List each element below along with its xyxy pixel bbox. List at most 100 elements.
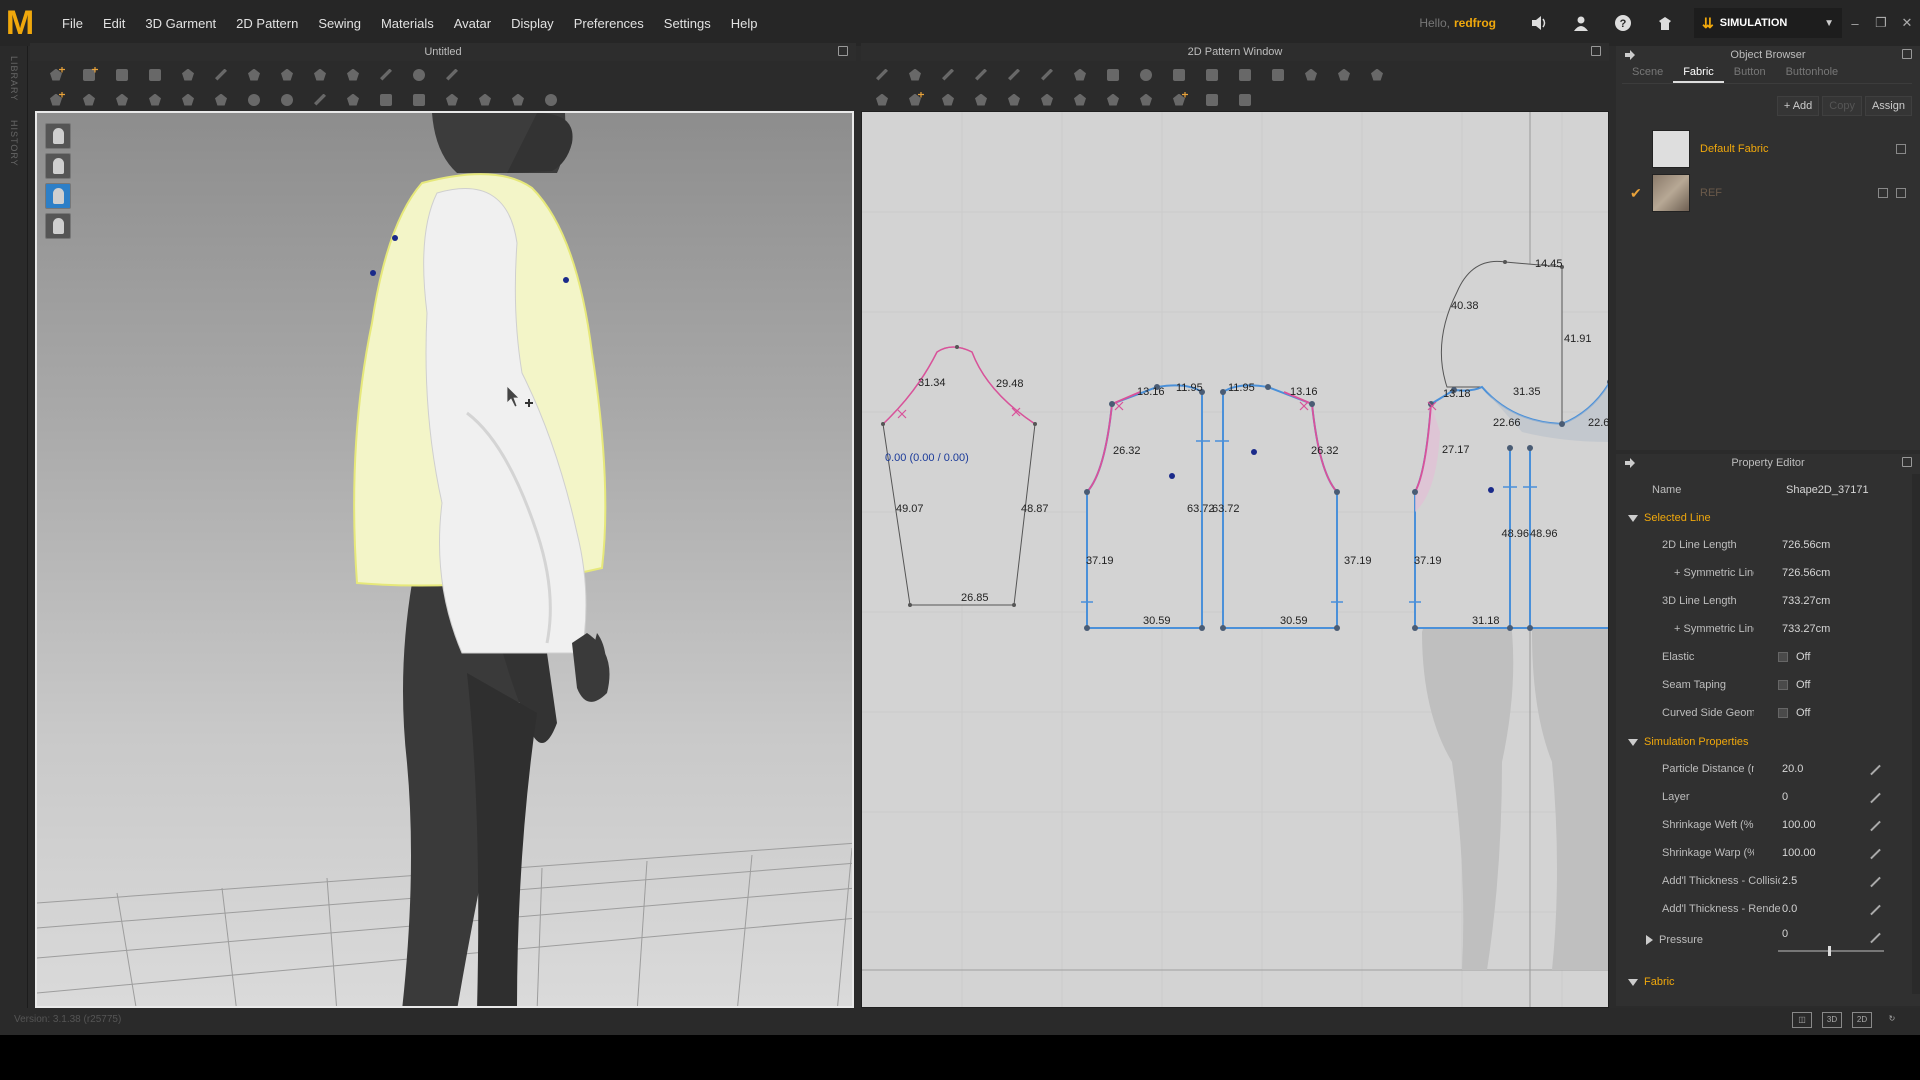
dart-icon[interactable] — [1268, 66, 1288, 84]
section-fabric[interactable]: Fabric — [1628, 976, 1675, 988]
avatar-display-icon[interactable] — [45, 123, 71, 149]
cut-line-icon[interactable] — [1037, 66, 1057, 84]
menu-file[interactable]: File — [52, 16, 93, 31]
internal-circle-icon[interactable] — [1235, 66, 1255, 84]
menu-materials[interactable]: Materials — [371, 16, 444, 31]
menu-display[interactable]: Display — [501, 16, 564, 31]
transform-box-icon[interactable] — [112, 66, 132, 84]
fold-arrange-icon[interactable] — [1367, 66, 1387, 84]
trace-icon[interactable] — [1301, 66, 1321, 84]
simulation-mode-dropdown[interactable]: ⇊ SIMULATION ▼ — [1694, 8, 1842, 38]
tuck-icon[interactable] — [971, 91, 991, 109]
close-button[interactable]: ✕ — [1894, 15, 1920, 31]
point-measure-icon[interactable] — [277, 91, 297, 109]
select-move-icon[interactable] — [46, 66, 66, 84]
button-icon[interactable] — [1070, 91, 1090, 109]
front-left-pattern[interactable]: 13.16 11.95 26.32 63.72 37.19 30.59 — [1081, 382, 1215, 631]
line-measure-icon[interactable] — [310, 91, 330, 109]
pin-icon[interactable] — [1869, 820, 1880, 831]
add-button[interactable]: + Add — [1776, 96, 1820, 116]
zipper-icon[interactable] — [1136, 91, 1156, 109]
texture-edit-icon[interactable] — [1004, 91, 1024, 109]
transform-pattern-icon[interactable] — [145, 66, 165, 84]
pin-2d-icon[interactable] — [1169, 91, 1189, 109]
menu-edit[interactable]: Edit — [93, 16, 135, 31]
menu-settings[interactable]: Settings — [654, 16, 721, 31]
brush-icon[interactable] — [376, 66, 396, 84]
prop-value[interactable]: 0 — [1782, 928, 1788, 940]
stress-map-icon[interactable] — [211, 91, 231, 109]
menu-sewing[interactable]: Sewing — [308, 16, 371, 31]
assign-button[interactable]: Assign — [1864, 96, 1912, 116]
pleat-icon[interactable] — [1334, 66, 1354, 84]
garment-display-icon[interactable] — [45, 183, 71, 209]
layer-icon[interactable] — [409, 91, 429, 109]
curvature-icon[interactable] — [971, 66, 991, 84]
seam-taping-checkbox[interactable] — [1778, 680, 1788, 691]
delete-icon[interactable] — [1878, 188, 1888, 198]
3d-scene[interactable] — [37, 113, 854, 1008]
front-right-pattern[interactable]: 11.95 13.16 26.32 63.72 37.19 30.59 — [1212, 382, 1372, 631]
prop-value[interactable]: 100.00 — [1782, 819, 1816, 831]
shirt-icon[interactable] — [343, 66, 363, 84]
property-scrollbar[interactable] — [1912, 474, 1920, 994]
lasso-icon[interactable] — [409, 66, 429, 84]
collapse-arrow-icon[interactable] — [1624, 49, 1636, 61]
menu-help[interactable]: Help — [721, 16, 768, 31]
prop-value[interactable]: 2.5 — [1782, 875, 1797, 887]
tab-buttonhole[interactable]: Buttonhole — [1776, 64, 1849, 83]
add-point-icon[interactable] — [79, 66, 99, 84]
restore-button[interactable]: ❐ — [1868, 15, 1894, 31]
popout-icon[interactable] — [838, 46, 848, 56]
library-tab[interactable]: LIBRARY — [9, 56, 19, 101]
pin-point[interactable] — [563, 277, 569, 283]
2d-pattern-view[interactable]: 31.34 29.48 49.07 48.87 26.85 0.00 (0.00… — [861, 111, 1609, 1008]
sleeve-pattern[interactable]: 31.34 29.48 49.07 48.87 26.85 0.00 (0.00… — [881, 345, 1049, 607]
tab-scene[interactable]: Scene — [1622, 64, 1673, 83]
save-icon[interactable] — [1896, 144, 1906, 154]
help-icon[interactable]: ? — [1612, 12, 1634, 34]
align-icon[interactable] — [442, 91, 462, 109]
edit-pattern-icon[interactable] — [905, 66, 925, 84]
popout-icon[interactable] — [1591, 46, 1601, 56]
free-sewing-icon[interactable] — [905, 91, 925, 109]
menu-2d-pattern[interactable]: 2D Pattern — [226, 16, 308, 31]
sphere-icon[interactable] — [541, 91, 561, 109]
buttonhole-icon[interactable] — [1103, 91, 1123, 109]
pin-icon[interactable] — [211, 66, 231, 84]
menu-preferences[interactable]: Preferences — [564, 16, 654, 31]
pin-icon[interactable] — [1869, 876, 1880, 887]
tab-button[interactable]: Button — [1724, 64, 1776, 83]
surface-measure-icon[interactable] — [343, 91, 363, 109]
pin-icon[interactable] — [1869, 848, 1880, 859]
xray-icon[interactable] — [145, 91, 165, 109]
2d-view-icon[interactable]: 2D — [1852, 1012, 1872, 1028]
circle-measure-icon[interactable] — [244, 91, 264, 109]
arrangement-icon[interactable] — [310, 66, 330, 84]
avatar-visibility-icon[interactable] — [45, 153, 71, 179]
section-selected-line[interactable]: Selected Line — [1628, 512, 1711, 524]
speaker-icon[interactable] — [1528, 12, 1550, 34]
prop-value[interactable]: 100.00 — [1782, 847, 1816, 859]
back-pattern[interactable]: 13.18 31.35 22.66 22.6 27.17 37.19 48.96… — [1409, 379, 1609, 631]
fabric-item-ref[interactable]: ✔ REF — [1630, 172, 1906, 214]
expand-triangle-icon[interactable] — [1646, 935, 1653, 945]
texture-icon[interactable] — [376, 91, 396, 109]
username[interactable]: redfrog — [1454, 16, 1496, 30]
rectangle-icon[interactable] — [1103, 66, 1123, 84]
popout-icon[interactable] — [1902, 49, 1912, 59]
print-icon[interactable] — [1235, 91, 1255, 109]
collapse-arrow-icon[interactable] — [1624, 457, 1636, 469]
grid-icon[interactable] — [1202, 91, 1222, 109]
internal-rectangle-icon[interactable] — [1202, 66, 1222, 84]
measure-icon[interactable] — [112, 91, 132, 109]
section-simulation[interactable]: Simulation Properties — [1628, 736, 1749, 748]
segment-sewing-icon[interactable] — [872, 91, 892, 109]
wardrobe-icon[interactable] — [1654, 12, 1676, 34]
popout-icon[interactable] — [1902, 457, 1912, 467]
fold-icon[interactable] — [178, 66, 198, 84]
3d-viewport[interactable] — [35, 111, 854, 1008]
flip-icon[interactable] — [475, 91, 495, 109]
name-value[interactable]: Shape2D_37171 — [1786, 484, 1869, 496]
elastic-checkbox[interactable] — [1778, 652, 1788, 663]
